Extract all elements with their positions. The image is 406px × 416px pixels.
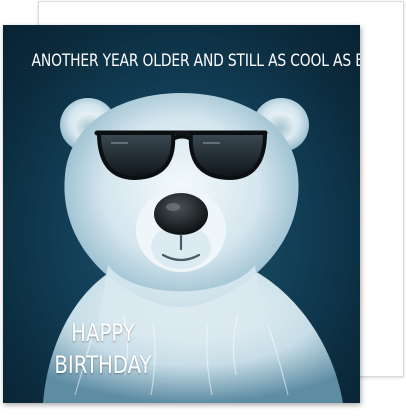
product-image: ANOTHER YEAR OLDER AND STILL AS COOL AS … xyxy=(0,0,406,416)
happy-birthday-text: HAPPY BIRTHDAY xyxy=(43,317,163,381)
greeting-line-2: BIRTHDAY xyxy=(54,351,152,379)
bear-nose xyxy=(154,193,208,235)
greeting-line-1: HAPPY xyxy=(71,319,135,347)
greeting-card: ANOTHER YEAR OLDER AND STILL AS COOL AS … xyxy=(3,25,360,403)
card-top-caption: ANOTHER YEAR OLDER AND STILL AS COOL AS … xyxy=(31,51,360,70)
